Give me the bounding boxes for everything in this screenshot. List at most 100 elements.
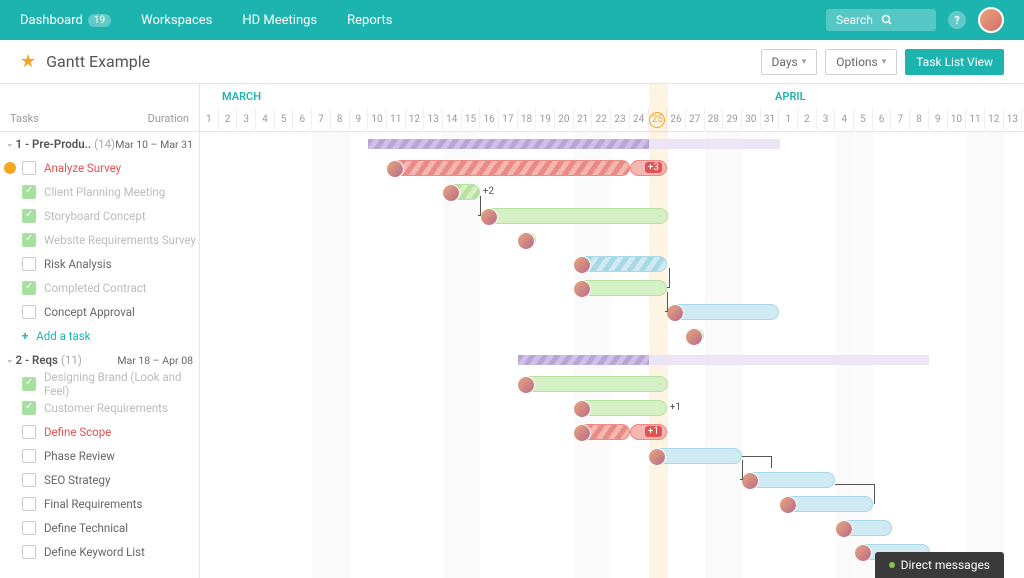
bar-scope[interactable] — [574, 424, 630, 440]
avatar-icon — [648, 448, 666, 466]
user-avatar[interactable] — [978, 7, 1004, 33]
chevron-down-icon: ▾ — [802, 57, 807, 67]
bar-analyze-ext[interactable]: +3 — [630, 160, 667, 176]
direct-messages-button[interactable]: Direct messages — [875, 552, 1004, 578]
day-cell: 30 — [742, 108, 761, 132]
task-keyword-list[interactable]: Define Keyword List — [0, 540, 199, 564]
group-reqs[interactable]: ⌄2 - Reqs(11)Mar 18 – Apr 08 — [0, 348, 199, 372]
day-cell: 14 — [443, 108, 462, 132]
bar-website-req[interactable] — [518, 232, 536, 248]
group-preproduction[interactable]: ⌄1 - Pre-Produ..(14)Mar 10 – Mar 31 — [0, 132, 199, 156]
task-final-req[interactable]: Final Requirements — [0, 492, 199, 516]
search-input[interactable]: Search — [826, 9, 936, 31]
tasklist-view-button[interactable]: Task List View — [905, 49, 1004, 75]
dashboard-badge: 19 — [88, 14, 111, 27]
day-cell: 7 — [891, 108, 910, 132]
task-analyze-survey[interactable]: Analyze Survey — [0, 156, 199, 180]
day-cell: 21 — [574, 108, 593, 132]
day-cell: 11 — [966, 108, 985, 132]
avatar-icon — [685, 328, 703, 346]
options-dropdown[interactable]: Options▾ — [825, 49, 897, 75]
task-concept-approval[interactable]: Concept Approval — [0, 300, 199, 324]
bar-brand[interactable] — [518, 376, 668, 392]
day-cell: 17 — [499, 108, 518, 132]
task-storyboard[interactable]: Storyboard Concept — [0, 204, 199, 228]
day-cell: 7 — [312, 108, 331, 132]
bar-analyze[interactable] — [387, 160, 630, 176]
avatar-icon — [741, 472, 759, 490]
day-cell: 12 — [406, 108, 425, 132]
task-website-req[interactable]: Website Requirements Survey — [0, 228, 199, 252]
day-cell: 2 — [219, 108, 238, 132]
bar-group1-summary[interactable] — [368, 139, 649, 149]
days-dropdown[interactable]: Days▾ — [761, 49, 818, 75]
search-icon — [881, 14, 893, 26]
day-cell: 23 — [611, 108, 630, 132]
avatar-icon — [573, 400, 591, 418]
bar-storyboard[interactable] — [481, 208, 668, 224]
avatar-icon — [666, 304, 684, 322]
chevron-down-icon: ▾ — [882, 57, 887, 67]
bar-technical[interactable] — [836, 520, 892, 536]
task-phase-review[interactable]: Phase Review — [0, 444, 199, 468]
bar-seo[interactable] — [742, 472, 835, 488]
day-cell: 5 — [275, 108, 294, 132]
avatar-icon — [573, 424, 591, 442]
bar-customer[interactable]: +1 — [574, 400, 667, 416]
status-dot-icon — [889, 562, 895, 568]
bar-phase[interactable] — [649, 448, 742, 464]
day-cell: 1 — [200, 108, 219, 132]
avatar-icon — [835, 520, 853, 538]
gantt-chart[interactable]: March April 1234567891011121314151617181… — [200, 84, 1024, 578]
nav-reports[interactable]: Reports — [347, 13, 392, 28]
bar-approval[interactable] — [667, 304, 779, 320]
day-cell: 9 — [350, 108, 369, 132]
col-tasks: Tasks — [10, 112, 39, 125]
task-define-technical[interactable]: Define Technical — [0, 516, 199, 540]
day-cell: 15 — [462, 108, 481, 132]
day-cell: 1 — [779, 108, 798, 132]
day-cell: 11 — [387, 108, 406, 132]
help-icon[interactable]: ? — [948, 11, 966, 29]
overflow-badge: +3 — [645, 162, 662, 173]
avatar-icon — [779, 496, 797, 514]
caret-icon: ⌄ — [6, 355, 14, 365]
bar-group1-summary-ext — [649, 139, 780, 149]
day-cell: 10 — [368, 108, 387, 132]
day-cell: 22 — [592, 108, 611, 132]
bar-client[interactable]: +2 — [443, 184, 480, 200]
nav-workspaces[interactable]: Workspaces — [141, 13, 212, 28]
avatar-icon — [854, 544, 872, 562]
task-sidebar: TasksDuration ⌄1 - Pre-Produ..(14)Mar 10… — [0, 84, 200, 578]
task-client-planning[interactable]: Client Planning Meeting — [0, 180, 199, 204]
task-define-scope[interactable]: Define Scope — [0, 420, 199, 444]
overflow-badge: +1 — [667, 402, 684, 413]
bar-group2-summary[interactable] — [518, 355, 649, 365]
caret-icon: ⌄ — [6, 139, 14, 149]
task-customer-req[interactable]: Customer Requirements — [0, 396, 199, 420]
nav-dashboard[interactable]: Dashboard19 — [20, 13, 111, 28]
task-risk-analysis[interactable]: Risk Analysis — [0, 252, 199, 276]
task-seo[interactable]: SEO Strategy — [0, 468, 199, 492]
bar-milestone[interactable] — [686, 328, 704, 344]
bar-contract[interactable] — [574, 280, 667, 296]
add-task-button[interactable]: +Add a task — [0, 324, 199, 348]
task-contract[interactable]: Completed Contract — [0, 276, 199, 300]
star-icon[interactable]: ★ — [20, 51, 36, 72]
bar-group2-summary-ext — [649, 355, 929, 365]
avatar-icon — [573, 256, 591, 274]
alert-icon — [4, 162, 16, 174]
day-cell: 16 — [480, 108, 499, 132]
day-cell: 28 — [705, 108, 724, 132]
day-cell: 6 — [293, 108, 312, 132]
bar-risk[interactable] — [574, 256, 667, 272]
topbar: Dashboard19 Workspaces HD Meetings Repor… — [0, 0, 1024, 40]
day-cell: 3 — [817, 108, 836, 132]
day-cell: 24 — [630, 108, 649, 132]
nav-meetings[interactable]: HD Meetings — [242, 13, 317, 28]
day-cell: 31 — [761, 108, 780, 132]
bar-scope-ext[interactable]: +1 — [630, 424, 667, 440]
day-cell: 4 — [256, 108, 275, 132]
task-brand[interactable]: Designing Brand (Look and Feel) — [0, 372, 199, 396]
day-cell: 13 — [1004, 108, 1023, 132]
